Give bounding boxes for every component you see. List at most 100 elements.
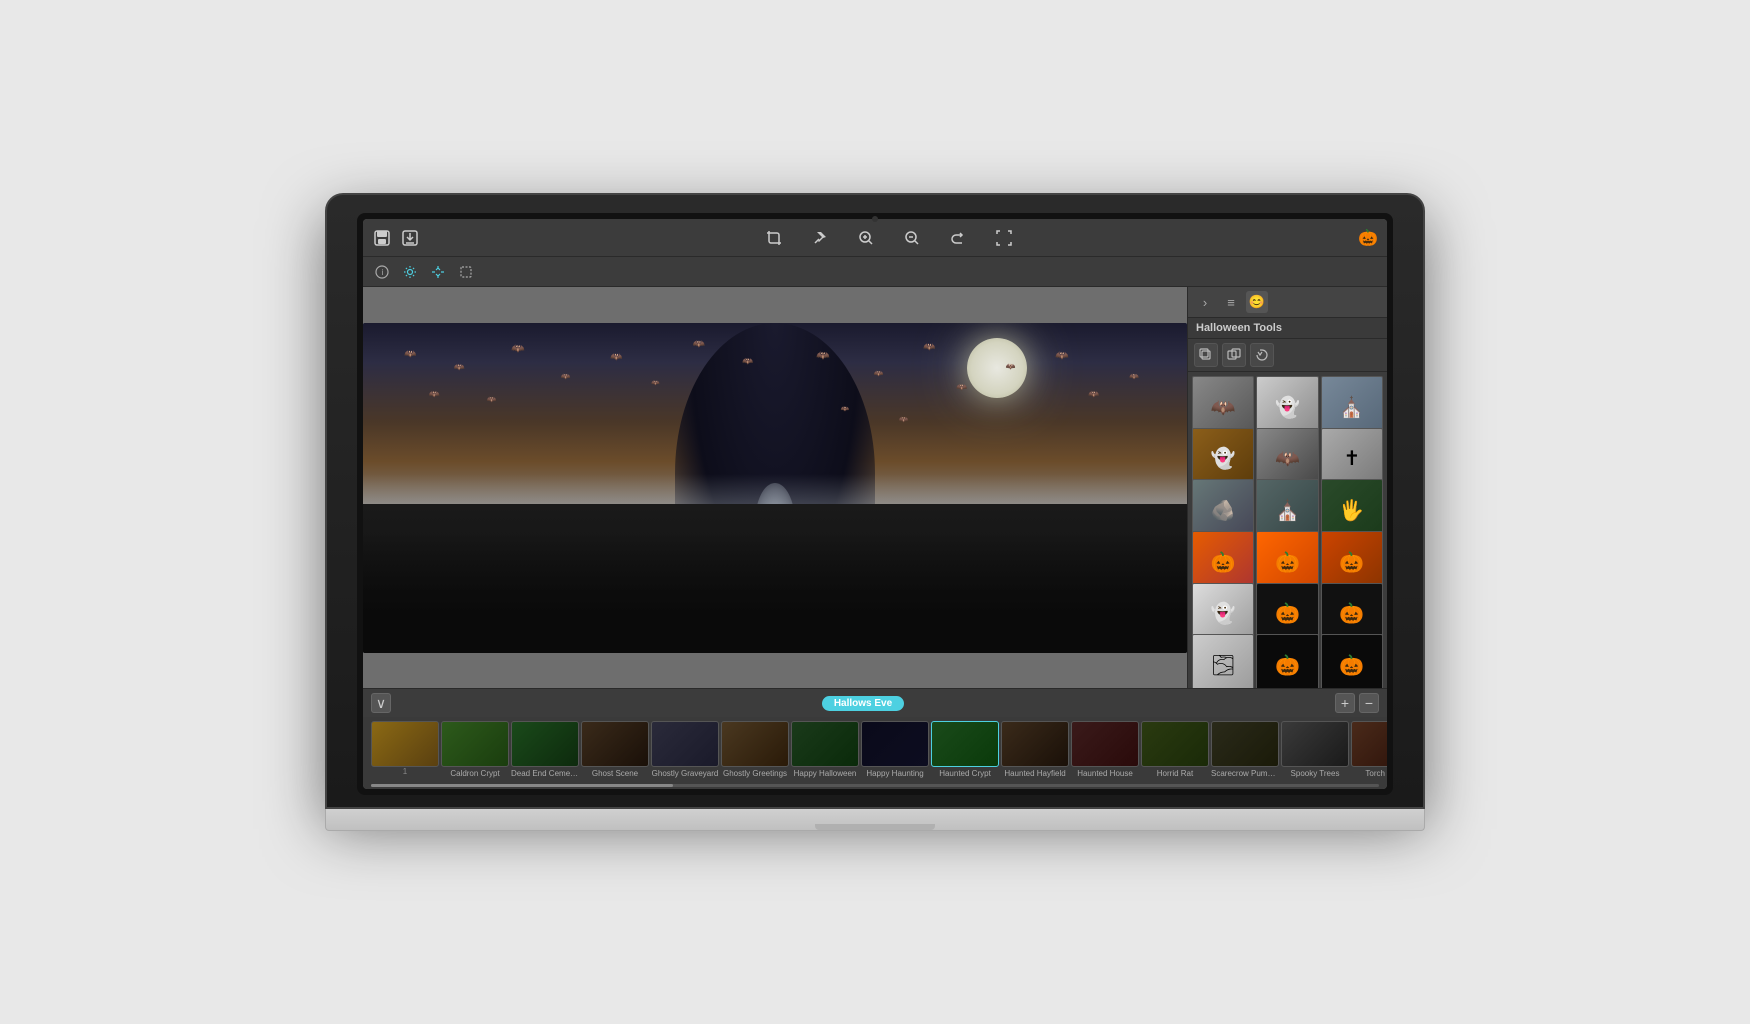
fullscreen-icon[interactable] xyxy=(993,227,1015,249)
laptop-outer: 🎃 i xyxy=(325,193,1425,831)
film-thumb xyxy=(1211,721,1279,767)
strip-remove-btn[interactable]: − xyxy=(1359,693,1379,713)
moon xyxy=(967,338,1027,398)
film-label: Torch Light xyxy=(1351,769,1387,778)
crop-icon[interactable] xyxy=(763,227,785,249)
film-thumb xyxy=(441,721,509,767)
redo-icon[interactable] xyxy=(947,227,969,249)
film-item[interactable]: Caldron Crypt xyxy=(441,721,509,778)
sticker-item[interactable]: 🎃 xyxy=(1256,634,1318,688)
film-number: 1 xyxy=(403,767,407,776)
panel-sticker-btn[interactable]: 😊 xyxy=(1246,291,1268,313)
info-tool[interactable]: i xyxy=(371,261,393,283)
scrollbar-track xyxy=(371,784,1379,787)
strip-label: Hallows Eve xyxy=(822,696,904,711)
export-icon[interactable] xyxy=(399,227,421,249)
panel-list-btn[interactable]: ≡ xyxy=(1220,291,1242,313)
toolbar-top: 🎃 xyxy=(363,219,1387,257)
film-label: Ghostly Greetings xyxy=(721,769,789,778)
bottom-strip: ∨ Hallows Eve + − 1 Caldron CryptDead End… xyxy=(363,688,1387,789)
copy-tool[interactable] xyxy=(1194,343,1218,367)
film-item[interactable]: Haunted Hayfield xyxy=(1001,721,1069,778)
film-thumb xyxy=(651,721,719,767)
strip-header: ∨ Hallows Eve + − xyxy=(363,689,1387,717)
film-label: Haunted Crypt xyxy=(931,769,999,778)
film-thumb xyxy=(1281,721,1349,767)
panel-header: › ≡ 😊 xyxy=(1188,287,1387,318)
film-thumb xyxy=(721,721,789,767)
panel-title: Halloween Tools xyxy=(1196,322,1282,334)
film-item[interactable]: Ghostly Greetings xyxy=(721,721,789,778)
move-tool[interactable] xyxy=(427,261,449,283)
film-item[interactable]: Horrid Rat xyxy=(1141,721,1209,778)
film-thumb xyxy=(931,721,999,767)
canvas-image: 🦇🦇🦇🦇🦇🦇🦇🦇🦇🦇🦇🦇🦇🦇🦇🦇🦇🦇🦇🦇 xyxy=(363,323,1187,653)
film-label: Dead End Cemetery xyxy=(511,769,579,778)
laptop-hinge xyxy=(815,824,935,830)
filmstrip[interactable]: 1 Caldron CryptDead End CemeteryGhost Sce… xyxy=(363,717,1387,782)
screen: 🎃 i xyxy=(363,219,1387,789)
screen-bezel: 🎃 i xyxy=(357,213,1393,795)
film-item[interactable]: Torch Light xyxy=(1351,721,1387,778)
film-item[interactable]: Ghost Scene xyxy=(581,721,649,778)
film-item[interactable]: 1 xyxy=(371,721,439,778)
film-item[interactable]: Happy Halloween xyxy=(791,721,859,778)
canvas-area[interactable]: 🦇🦇🦇🦇🦇🦇🦇🦇🦇🦇🦇🦇🦇🦇🦇🦇🦇🦇🦇🦇 xyxy=(363,287,1187,688)
film-label: Spooky Trees xyxy=(1281,769,1349,778)
film-thumb xyxy=(1351,721,1387,767)
film-label: Horrid Rat xyxy=(1141,769,1209,778)
trees-overlay xyxy=(363,533,1187,653)
select-tool[interactable] xyxy=(455,261,477,283)
film-item[interactable]: Haunted Crypt xyxy=(931,721,999,778)
strip-collapse-btn[interactable]: ∨ xyxy=(371,693,391,713)
film-label: Happy Halloween xyxy=(791,769,859,778)
laptop-body: 🎃 i xyxy=(325,193,1425,809)
film-thumb xyxy=(1001,721,1069,767)
film-thumb xyxy=(861,721,929,767)
film-label: Ghost Scene xyxy=(581,769,649,778)
save-icon[interactable] xyxy=(371,227,393,249)
camera-dot xyxy=(872,216,878,222)
film-item[interactable]: Haunted House xyxy=(1071,721,1139,778)
zoom-out-icon[interactable] xyxy=(901,227,923,249)
film-thumb xyxy=(511,721,579,767)
toolbar-center xyxy=(427,227,1351,249)
film-label: Haunted House xyxy=(1071,769,1139,778)
theme-icon[interactable]: 🎃 xyxy=(1357,227,1379,249)
scrollbar-thumb xyxy=(371,784,673,787)
panel-title-bar: Halloween Tools xyxy=(1188,318,1387,339)
svg-text:i: i xyxy=(382,268,384,277)
film-label: Ghostly Graveyard xyxy=(651,769,719,778)
film-item[interactable]: Scarecrow Pumpkins xyxy=(1211,721,1279,778)
film-item[interactable]: Happy Haunting xyxy=(861,721,929,778)
film-thumb xyxy=(791,721,859,767)
film-item[interactable]: Ghostly Graveyard xyxy=(651,721,719,778)
film-thumb xyxy=(371,721,439,767)
film-item[interactable]: Spooky Trees xyxy=(1281,721,1349,778)
main-content: 🦇🦇🦇🦇🦇🦇🦇🦇🦇🦇🦇🦇🦇🦇🦇🦇🦇🦇🦇🦇 xyxy=(363,287,1387,688)
paste-tool[interactable] xyxy=(1222,343,1246,367)
film-thumb xyxy=(1071,721,1139,767)
sticker-item[interactable]: 🎃 xyxy=(1321,634,1383,688)
toolbar-secondary: i xyxy=(363,257,1387,287)
app-window: 🎃 i xyxy=(363,219,1387,789)
film-label: Happy Haunting xyxy=(861,769,929,778)
strip-add-btn[interactable]: + xyxy=(1335,693,1355,713)
film-label: Scarecrow Pumpkins xyxy=(1211,769,1279,778)
zoom-in-icon[interactable] xyxy=(855,227,877,249)
stickers-grid: 🦇👻⛪👻🦇✝🪨⛪🖐🎃🎃🎃👻🎃🎃🌫🎃🎃 xyxy=(1188,372,1387,688)
film-thumb xyxy=(581,721,649,767)
film-item[interactable]: Dead End Cemetery xyxy=(511,721,579,778)
film-thumb xyxy=(1141,721,1209,767)
right-panel: › ≡ 😊 Halloween Tools xyxy=(1187,287,1387,688)
reset-tool[interactable] xyxy=(1250,343,1274,367)
panel-tools xyxy=(1188,339,1387,372)
pin-icon[interactable] xyxy=(809,227,831,249)
toolbar-right: 🎃 xyxy=(1357,227,1379,249)
panel-expand-btn[interactable]: › xyxy=(1194,291,1216,313)
film-label: Haunted Hayfield xyxy=(1001,769,1069,778)
laptop-base xyxy=(325,809,1425,831)
settings-tool[interactable] xyxy=(399,261,421,283)
film-label: Caldron Crypt xyxy=(441,769,509,778)
sticker-item[interactable]: 🌫 xyxy=(1192,634,1254,688)
